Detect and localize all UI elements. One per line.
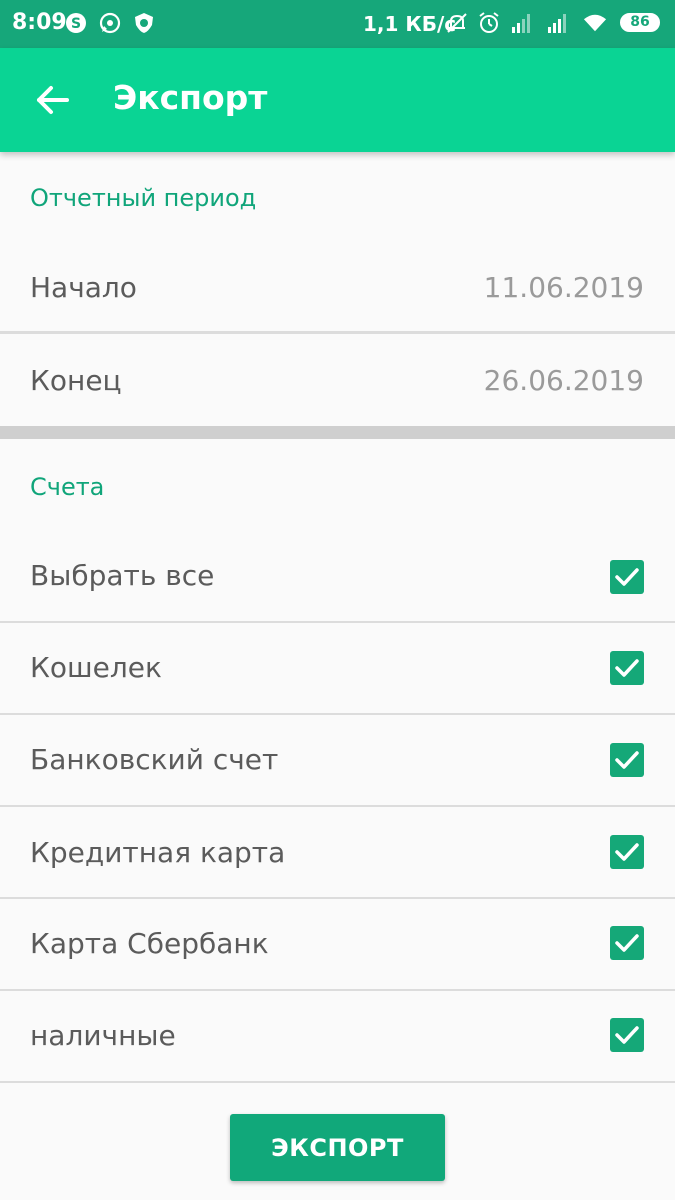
alarm-icon — [477, 11, 501, 35]
account-label: Банковский счет — [30, 743, 279, 776]
wifi-icon — [583, 11, 607, 35]
page-title: Экспорт — [113, 78, 268, 117]
account-label: Карта Сбербанк — [30, 927, 269, 960]
period-section-header: Отчетный период — [30, 184, 257, 212]
status-bar: 8:09 S 1,1 КБ/с 86 — [0, 0, 675, 48]
network-speed: 1,1 КБ/с — [363, 12, 457, 36]
account-label: наличные — [30, 1019, 176, 1052]
mute-icon — [445, 11, 469, 35]
account-row[interactable]: Кредитная карта — [0, 807, 675, 897]
account-row[interactable]: Карта Сбербанк — [0, 899, 675, 989]
divider — [0, 1081, 675, 1083]
account-checkbox[interactable] — [610, 926, 644, 960]
checkmark-icon — [615, 1026, 639, 1044]
end-date-value[interactable]: 26.06.2019 — [484, 364, 644, 397]
select-all-label: Выбрать все — [30, 559, 215, 592]
checkmark-icon — [615, 568, 639, 586]
whatsapp-icon — [98, 11, 122, 35]
account-row[interactable]: Банковский счет — [0, 715, 675, 805]
account-label: Кошелек — [30, 651, 162, 684]
account-checkbox[interactable] — [610, 1018, 644, 1052]
checkmark-icon — [615, 934, 639, 952]
account-checkbox[interactable] — [610, 651, 644, 685]
account-row[interactable]: наличные — [0, 991, 675, 1081]
section-divider — [0, 426, 675, 439]
account-row[interactable]: Кошелек — [0, 623, 675, 713]
signal-icon — [510, 11, 534, 35]
export-button[interactable]: ЭКСПОРТ — [230, 1114, 445, 1181]
checkmark-icon — [615, 659, 639, 677]
signal-icon — [546, 11, 570, 35]
shield-icon — [132, 11, 156, 35]
start-date-row[interactable]: Начало 11.06.2019 — [0, 243, 675, 331]
account-label: Кредитная карта — [30, 836, 286, 869]
account-row-select-all[interactable]: Выбрать все — [0, 530, 675, 622]
start-date-value[interactable]: 11.06.2019 — [484, 271, 644, 304]
account-checkbox[interactable] — [610, 835, 644, 869]
checkmark-icon — [615, 751, 639, 769]
start-date-label: Начало — [30, 271, 137, 304]
checkmark-icon — [615, 843, 639, 861]
back-button[interactable] — [30, 78, 74, 122]
end-date-label: Конец — [30, 364, 122, 397]
accounts-section-header: Счета — [30, 473, 105, 501]
end-date-row[interactable]: Конец 26.06.2019 — [0, 334, 675, 426]
skype-icon: S — [64, 11, 88, 35]
arrow-left-icon — [37, 86, 69, 114]
select-all-checkbox[interactable] — [610, 560, 644, 594]
battery-indicator: 86 — [620, 13, 660, 32]
status-time: 8:09 — [12, 10, 67, 35]
svg-text:S: S — [71, 16, 81, 32]
account-checkbox[interactable] — [610, 743, 644, 777]
app-bar: Экспорт — [0, 48, 675, 152]
